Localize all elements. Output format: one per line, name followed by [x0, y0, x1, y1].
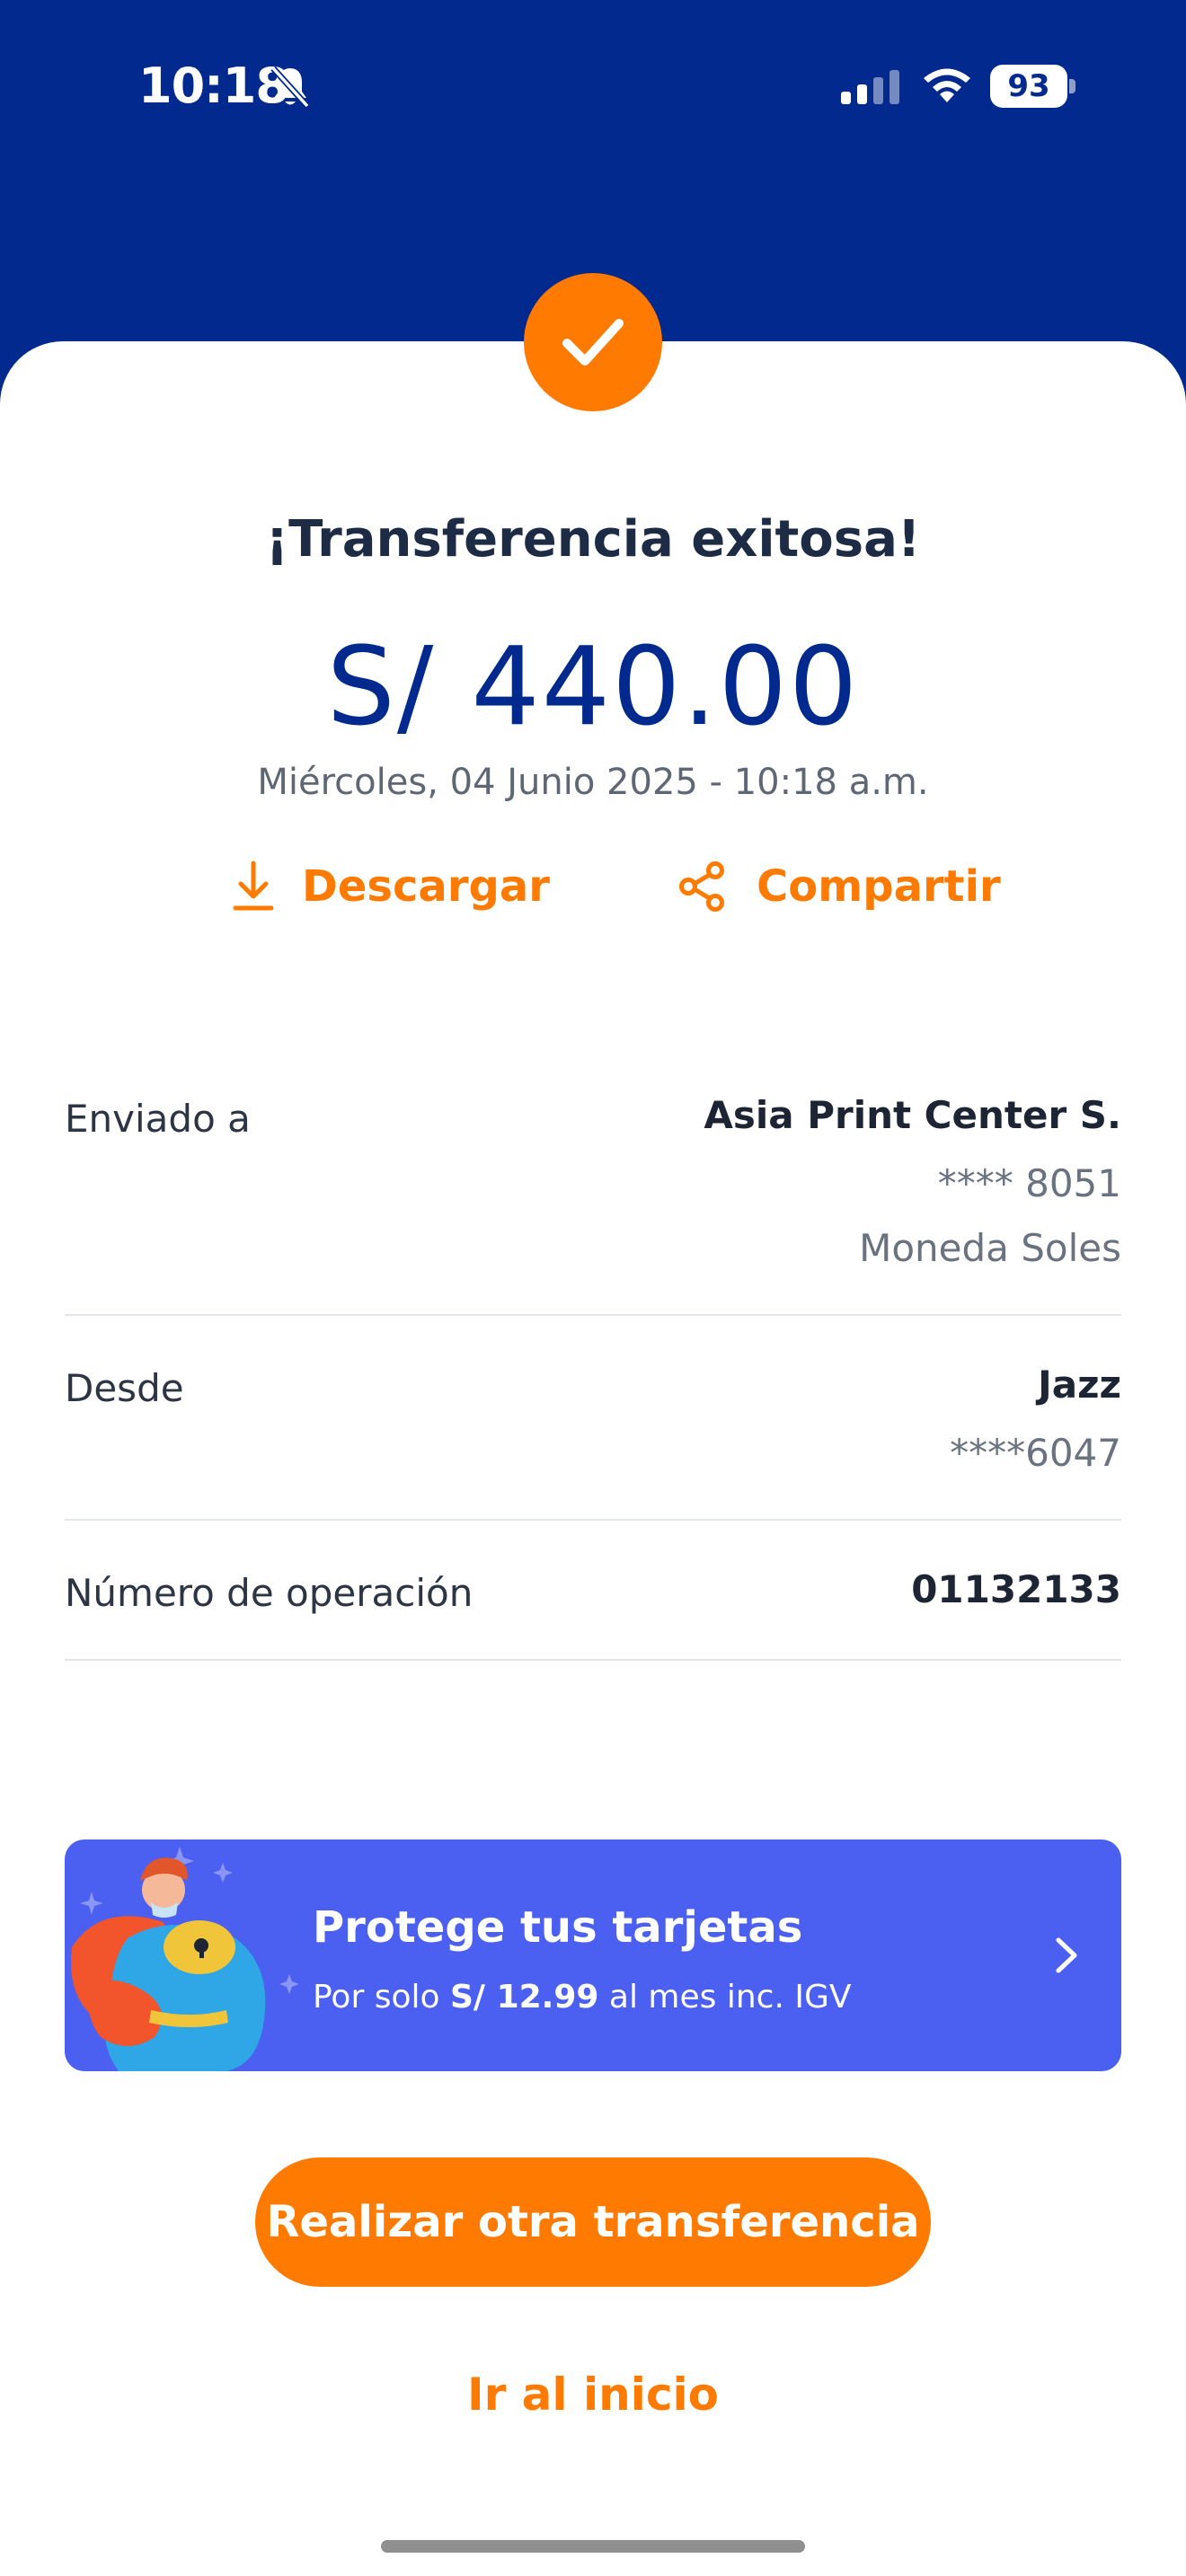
promo-subtitle: Por solo S/ 12.99 al mes inc. IGV: [313, 1979, 852, 2016]
download-button[interactable]: Descargar: [232, 855, 550, 918]
operation-number-label: Número de operación: [65, 1571, 474, 1615]
superhero-illustration: [70, 1847, 298, 2071]
share-label: Compartir: [757, 861, 1001, 912]
download-icon: [233, 860, 274, 911]
sent-to-label: Enviado a: [65, 1097, 251, 1141]
status-time: 10:18: [138, 57, 289, 114]
cellular-signal-icon: [841, 70, 899, 104]
divider: [65, 1659, 1121, 1661]
bell-slash-icon: [270, 66, 310, 109]
promo-title: Protege tus tarjetas: [313, 1902, 803, 1953]
download-label: Descargar: [302, 861, 550, 912]
share-icon: [679, 861, 724, 912]
wifi-icon: [924, 68, 970, 102]
recipient-currency: Moneda Soles: [859, 1226, 1121, 1270]
operation-number-value: 01132133: [911, 1567, 1121, 1611]
recipient-name: Asia Print Center S.: [704, 1093, 1121, 1137]
divider: [65, 1519, 1121, 1521]
divider: [65, 1314, 1121, 1316]
check-icon: [524, 273, 662, 411]
from-label: Desde: [65, 1366, 184, 1410]
recipient-account: **** 8051: [937, 1161, 1121, 1205]
go-home-link[interactable]: Ir al inicio: [0, 2366, 1186, 2423]
home-indicator: [381, 2540, 805, 2553]
transfer-datetime: Miércoles, 04 Junio 2025 - 10:18 a.m.: [257, 762, 929, 803]
source-account-name: Jazz: [1038, 1363, 1121, 1407]
share-button[interactable]: Compartir: [676, 855, 1001, 918]
card-protection-banner[interactable]: Protege tus tarjetas Por solo S/ 12.99 a…: [65, 1839, 1121, 2071]
chevron-right-icon: [1056, 1937, 1077, 1973]
transfer-amount: S/ 440.00: [326, 625, 860, 750]
battery-icon: 93: [990, 65, 1076, 108]
success-title: ¡Transferencia exitosa!: [265, 510, 921, 569]
source-account-number: ****6047: [950, 1431, 1121, 1475]
battery-level: 93: [1007, 68, 1050, 104]
new-transfer-button[interactable]: Realizar otra transferencia: [255, 2157, 931, 2287]
